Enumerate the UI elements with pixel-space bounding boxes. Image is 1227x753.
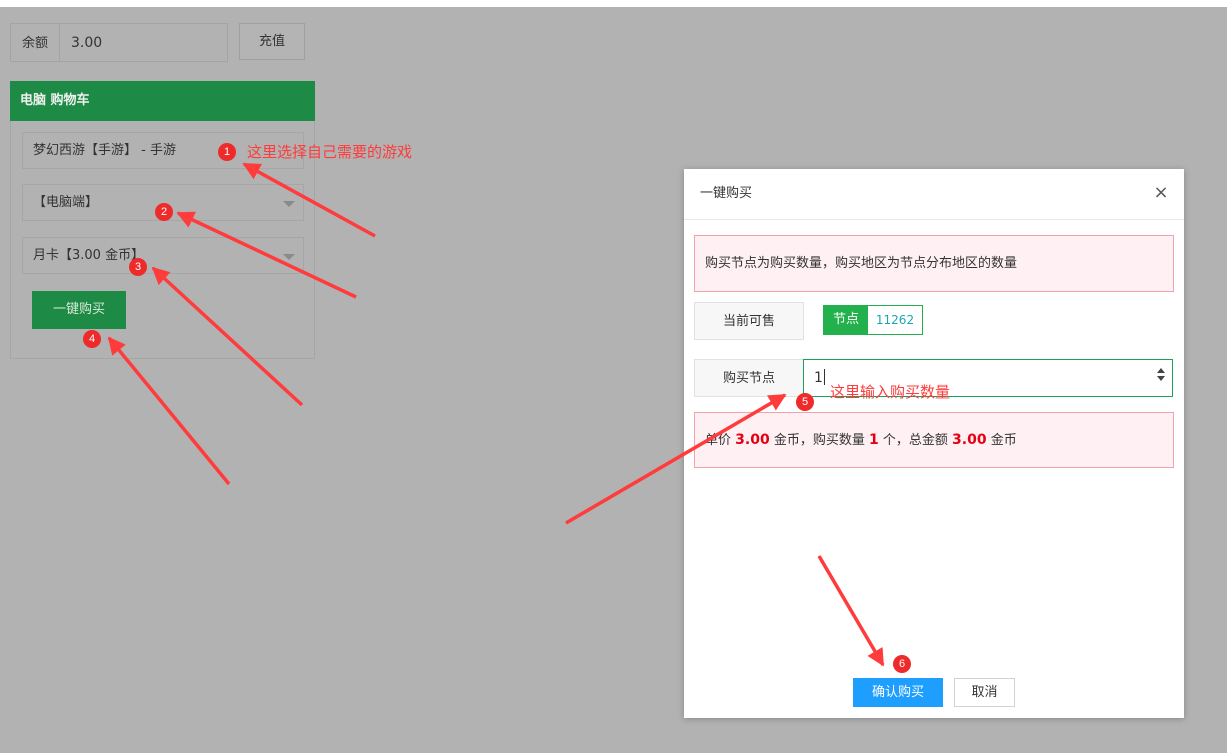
qty-label: 购买节点 xyxy=(694,359,804,397)
unit-currency: 金币，购买数量 xyxy=(773,433,865,448)
chevron-down-icon xyxy=(283,254,295,260)
cancel-button[interactable]: 取消 xyxy=(954,678,1015,707)
platform-select-value: 【电脑端】 xyxy=(33,195,99,210)
step-badge-2: 2 xyxy=(155,203,173,221)
balance-value: 3.00 xyxy=(71,35,103,51)
node-tag-label: 节点 xyxy=(824,306,868,334)
annotation-game: 这里选择自己需要的游戏 xyxy=(247,143,413,161)
quantity-value: 1 xyxy=(814,370,823,386)
text-cursor xyxy=(823,369,825,385)
total-currency: 金币 xyxy=(990,433,1017,448)
node-count-tag: 节点 11262 xyxy=(823,305,923,335)
close-icon[interactable]: × xyxy=(1152,184,1170,202)
total-value: 3.00 xyxy=(952,432,987,448)
top-strip xyxy=(0,0,1227,7)
annotation-qty: 这里输入购买数量 xyxy=(830,383,951,401)
one-click-buy-button[interactable]: 一键购买 xyxy=(32,291,126,329)
qty-unit: 个，总金额 xyxy=(882,433,948,448)
chevron-down-icon xyxy=(283,201,295,207)
game-select-value: 梦幻西游【手游】 - 手游 xyxy=(33,143,176,158)
balance-label: 余额 xyxy=(11,24,60,61)
step-badge-6: 6 xyxy=(893,655,911,673)
price-summary: 单价 3.00 金币，购买数量 1 个，总金额 3.00 金币 xyxy=(694,412,1174,468)
recharge-button[interactable]: 充值 xyxy=(239,23,305,60)
dialog-divider xyxy=(684,219,1184,220)
unit-price-label: 单价 xyxy=(705,433,732,448)
step-badge-1: 1 xyxy=(218,143,236,161)
step-badge-4: 4 xyxy=(83,330,101,348)
notice-alert: 购买节点为购买数量，购买地区为节点分布地区的数量 xyxy=(694,235,1174,292)
arrow-4 xyxy=(107,336,231,486)
cart-title: 电脑 购物车 xyxy=(10,81,315,121)
step-badge-5: 5 xyxy=(796,393,814,411)
plan-select[interactable]: 月卡【3.00 金币】 xyxy=(22,237,304,274)
stepper-down-icon[interactable] xyxy=(1157,376,1165,381)
qty-summary-value: 1 xyxy=(869,432,879,448)
quantity-stepper[interactable] xyxy=(1157,368,1166,388)
node-count-value: 11262 xyxy=(875,313,915,327)
buy-dialog: 一键购买 × 购买节点为购买数量，购买地区为节点分布地区的数量 当前可售 节点 … xyxy=(684,169,1184,718)
confirm-buy-button[interactable]: 确认购买 xyxy=(853,678,943,707)
balance-box: 余额 3.00 xyxy=(10,23,228,62)
step-badge-3: 3 xyxy=(129,258,147,276)
dialog-title: 一键购买 xyxy=(700,186,753,201)
available-label: 当前可售 xyxy=(694,302,804,340)
unit-price-value: 3.00 xyxy=(735,432,770,448)
plan-select-value: 月卡【3.00 金币】 xyxy=(33,248,145,263)
stepper-up-icon[interactable] xyxy=(1157,368,1165,373)
